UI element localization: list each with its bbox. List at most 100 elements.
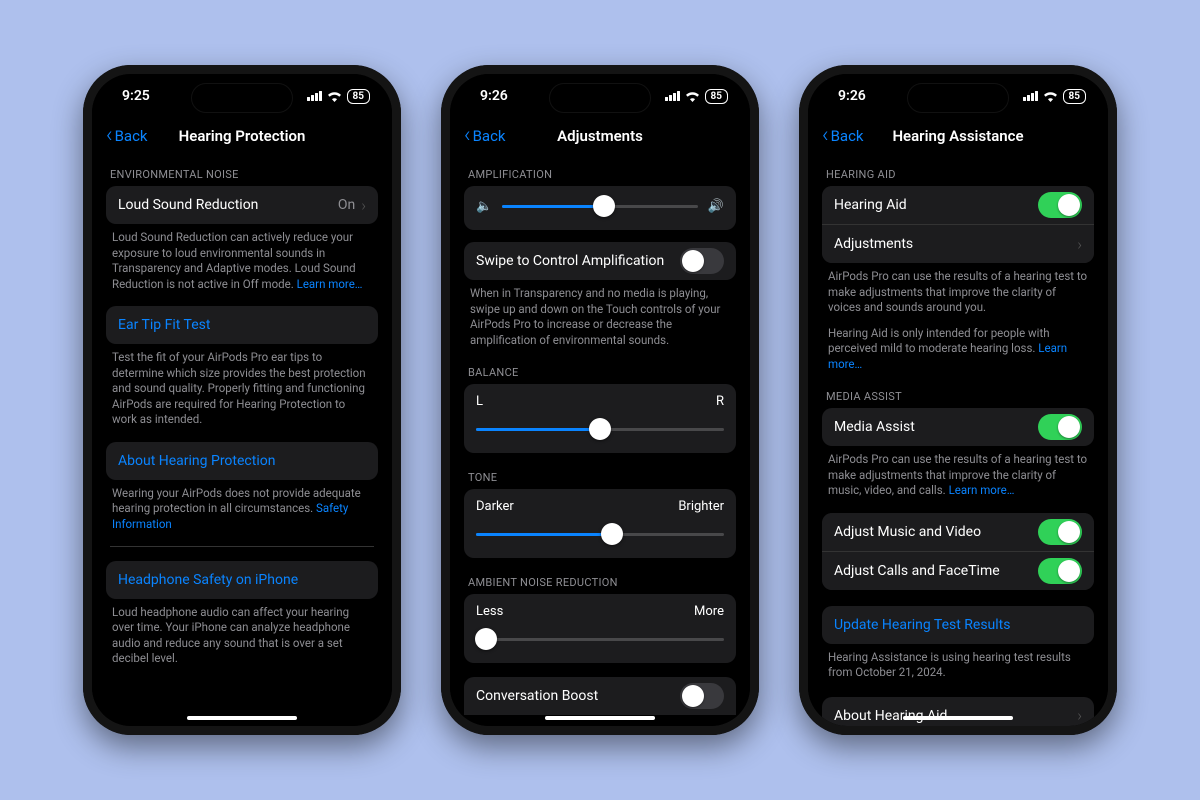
cellular-icon: [1023, 91, 1038, 101]
learn-more-link[interactable]: Learn more…: [949, 483, 1015, 497]
anr-left-label: Less: [476, 604, 503, 619]
adjust-calls-cell[interactable]: Adjust Calls and FaceTime: [822, 552, 1094, 590]
section-header: TONE: [468, 471, 732, 484]
cell-value: On: [338, 197, 355, 213]
chevron-right-icon: ›: [1077, 706, 1082, 725]
cellular-icon: [665, 91, 680, 101]
back-button[interactable]: ‹Back: [106, 127, 148, 145]
battery-indicator: 85: [705, 89, 728, 104]
update-hearing-test-cell[interactable]: Update Hearing Test Results: [822, 606, 1094, 644]
tone-slider[interactable]: [476, 524, 724, 544]
about-hearing-aid-cell[interactable]: About Hearing Aid ›: [822, 697, 1094, 726]
home-indicator[interactable]: [903, 716, 1013, 720]
page-title: Adjustments: [557, 127, 643, 145]
loud-sound-reduction-cell[interactable]: Loud Sound Reduction On ›: [106, 186, 378, 224]
chevron-right-icon: ›: [361, 196, 366, 215]
page-title: Hearing Protection: [179, 127, 306, 145]
section-header: AMPLIFICATION: [468, 168, 732, 181]
cell-label: Swipe to Control Amplification: [476, 253, 664, 269]
dynamic-island: [192, 84, 292, 112]
adjust-music-toggle[interactable]: [1038, 519, 1082, 545]
back-button[interactable]: ‹Back: [464, 127, 506, 145]
dynamic-island: [550, 84, 650, 112]
hearing-aid-toggle[interactable]: [1038, 192, 1082, 218]
footer-text: When in Transparency and no media is pla…: [464, 280, 736, 348]
section-header: MEDIA ASSIST: [826, 390, 1090, 403]
divider: [110, 546, 374, 547]
battery-indicator: 85: [1063, 89, 1086, 104]
footer-text: Hearing Assistance is using hearing test…: [822, 644, 1094, 681]
ambient-noise-cell: Less More: [464, 594, 736, 663]
footer-text: AirPods Pro can use the results of a hea…: [822, 263, 1094, 316]
clock: 9:26: [480, 88, 508, 104]
page-title: Hearing Assistance: [892, 127, 1023, 145]
amplification-cell: 🔈 🔊: [464, 186, 736, 230]
hearing-aid-cell[interactable]: Hearing Aid: [822, 186, 1094, 225]
tone-left-label: Darker: [476, 499, 514, 514]
volume-low-icon: 🔈: [476, 199, 492, 214]
nav-bar: ‹Back Adjustments: [450, 118, 750, 154]
cell-label: Conversation Boost: [476, 688, 598, 704]
section-header: AMBIENT NOISE REDUCTION: [468, 576, 732, 589]
phone-hearing-protection: 9:25 85 ‹Back Hearing Protection ENVIRON…: [83, 65, 401, 735]
section-header: HEARING AID: [826, 168, 1090, 181]
adjust-calls-toggle[interactable]: [1038, 558, 1082, 584]
dynamic-island: [908, 84, 1008, 112]
cell-label: Hearing Aid: [834, 197, 907, 213]
cell-label: Adjust Music and Video: [834, 524, 981, 540]
tone-cell: Darker Brighter: [464, 489, 736, 558]
section-header: BALANCE: [468, 366, 732, 379]
wifi-icon: [1043, 91, 1058, 102]
learn-more-link[interactable]: Learn more…: [297, 277, 363, 291]
footer-text: Test the fit of your AirPods Pro ear tip…: [106, 344, 378, 428]
cell-label: Ear Tip Fit Test: [118, 317, 210, 333]
battery-indicator: 85: [347, 89, 370, 104]
phone-adjustments: 9:26 85 ‹Back Adjustments AMPLIFICATION …: [441, 65, 759, 735]
headphone-safety-cell[interactable]: Headphone Safety on iPhone: [106, 561, 378, 599]
cell-label: Loud Sound Reduction: [118, 197, 258, 213]
cell-label: Media Assist: [834, 419, 915, 435]
wifi-icon: [327, 91, 342, 102]
swipe-toggle[interactable]: [680, 248, 724, 274]
wifi-icon: [685, 91, 700, 102]
cell-label: Headphone Safety on iPhone: [118, 572, 298, 588]
ear-tip-fit-test-cell[interactable]: Ear Tip Fit Test: [106, 306, 378, 344]
conversation-boost-toggle[interactable]: [680, 683, 724, 709]
footer-text: Loud headphone audio can affect your hea…: [106, 599, 378, 667]
ambient-noise-slider[interactable]: [476, 629, 724, 649]
home-indicator[interactable]: [187, 716, 297, 720]
balance-left-label: L: [476, 394, 483, 409]
media-assist-cell[interactable]: Media Assist: [822, 408, 1094, 446]
about-hearing-protection-cell[interactable]: About Hearing Protection: [106, 442, 378, 480]
footer-text: Wearing your AirPods does not provide ad…: [106, 480, 378, 533]
clock: 9:26: [838, 88, 866, 104]
cell-label: Update Hearing Test Results: [834, 617, 1010, 633]
cell-label: Adjustments: [834, 236, 913, 252]
cell-label: About Hearing Protection: [118, 453, 275, 469]
anr-right-label: More: [694, 604, 724, 619]
clock: 9:25: [122, 88, 150, 104]
amplification-slider[interactable]: [502, 196, 698, 216]
adjustments-cell[interactable]: Adjustments ›: [822, 225, 1094, 263]
media-assist-toggle[interactable]: [1038, 414, 1082, 440]
nav-bar: ‹Back Hearing Protection: [92, 118, 392, 154]
balance-slider[interactable]: [476, 419, 724, 439]
phone-hearing-assistance: 9:26 85 ‹Back Hearing Assistance HEARING…: [799, 65, 1117, 735]
back-button[interactable]: ‹Back: [822, 127, 864, 145]
adjust-music-cell[interactable]: Adjust Music and Video: [822, 513, 1094, 552]
footer-text: Loud Sound Reduction can actively reduce…: [106, 224, 378, 292]
cellular-icon: [307, 91, 322, 101]
balance-right-label: R: [716, 394, 724, 409]
balance-cell: LR: [464, 384, 736, 453]
home-indicator[interactable]: [545, 716, 655, 720]
section-header: ENVIRONMENTAL NOISE: [110, 168, 374, 181]
nav-bar: ‹Back Hearing Assistance: [808, 118, 1108, 154]
footer-text: Hearing Aid is only intended for people …: [822, 316, 1094, 373]
conversation-boost-cell[interactable]: Conversation Boost: [464, 677, 736, 715]
cell-label: Adjust Calls and FaceTime: [834, 563, 1000, 579]
volume-high-icon: 🔊: [708, 199, 724, 214]
tone-right-label: Brighter: [678, 499, 724, 514]
swipe-control-cell[interactable]: Swipe to Control Amplification: [464, 242, 736, 280]
footer-text: AirPods Pro can use the results of a hea…: [822, 446, 1094, 499]
chevron-right-icon: ›: [1077, 235, 1082, 254]
